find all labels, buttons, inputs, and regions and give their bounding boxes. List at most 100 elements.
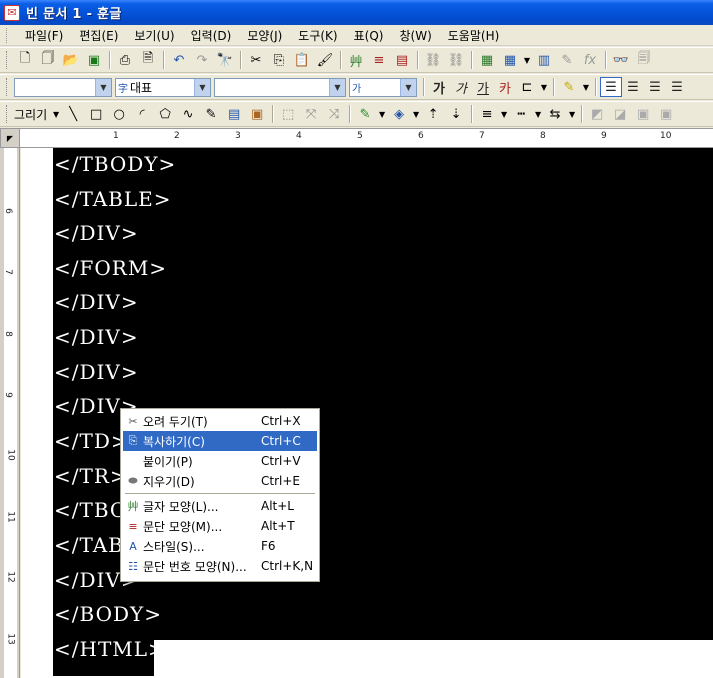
highlight-dropdown-icon[interactable]: ▼ — [581, 77, 591, 97]
distribute-objects-icon[interactable]: ▣ — [655, 104, 677, 124]
menu-item-paste[interactable]: 붙이기(P) Ctrl+V — [123, 451, 317, 471]
document-line[interactable]: </TBODY> — [54, 152, 176, 176]
align-justify-button[interactable]: ☰ — [600, 77, 622, 97]
hwp-app-icon[interactable]: ✉ — [4, 4, 20, 21]
edit-chart-icon[interactable]: ✎ — [556, 50, 578, 70]
fill-color-icon[interactable]: ◈ — [388, 104, 410, 124]
font-size-combo[interactable]: 가 ▼ — [349, 77, 417, 97]
line-thickness-dropdown-icon[interactable]: ▼ — [499, 104, 509, 124]
menu-item-char-shape[interactable]: ⾋ 글자 모양(L)... Alt+L — [123, 496, 317, 516]
format-painter-icon[interactable]: 🖌 — [314, 50, 336, 70]
align-center-button[interactable]: ☰ — [644, 77, 666, 97]
paste-icon[interactable]: 📋 — [291, 50, 313, 70]
line-color-icon[interactable]: ✎ — [354, 104, 376, 124]
document-line[interactable]: </DIV> — [54, 325, 139, 349]
ruler-corner[interactable]: ◤ — [0, 128, 20, 148]
horizontal-ruler[interactable]: 1 2 3 4 5 6 7 8 9 10 — [20, 128, 713, 148]
align-right-button[interactable]: ☰ — [666, 77, 688, 97]
line-color-dropdown-icon[interactable]: ▼ — [377, 104, 387, 124]
chart-icon[interactable]: ▥ — [533, 50, 555, 70]
undo-icon[interactable]: ↶ — [168, 50, 190, 70]
menu-item-copy[interactable]: ⎘ 복사하기(C) Ctrl+C — [123, 431, 317, 451]
menu-insert[interactable]: 입력(D) — [183, 27, 240, 44]
line-icon[interactable]: ╲ — [62, 104, 84, 124]
table-icon[interactable]: ▦ — [499, 50, 521, 70]
ungroup-icon[interactable]: ⤧ — [300, 104, 322, 124]
menu-help[interactable]: 도움말(H) — [440, 27, 508, 44]
3d-icon[interactable]: ◪ — [609, 104, 631, 124]
formula-icon[interactable]: fx — [579, 50, 601, 70]
rectangle-icon[interactable]: □ — [85, 104, 107, 124]
pointer-dropdown-icon[interactable]: ▼ — [51, 104, 61, 124]
send-back-icon[interactable]: ⇣ — [445, 104, 467, 124]
cut-icon[interactable]: ✂ — [245, 50, 267, 70]
toolbar-grip[interactable] — [6, 51, 10, 69]
menu-view[interactable]: 보기(U) — [126, 27, 182, 44]
strike-button[interactable]: 카 — [494, 77, 516, 97]
find-icon[interactable]: 🔭 — [214, 50, 236, 70]
pencil-icon[interactable]: ✎ — [200, 104, 222, 124]
menu-edit[interactable]: 편집(E) — [71, 27, 126, 44]
picture-icon[interactable]: ▦ — [476, 50, 498, 70]
document-line[interactable]: </TAB — [54, 533, 124, 557]
highlight-icon[interactable]: ✎ — [558, 77, 580, 97]
chevron-down-icon[interactable]: ▼ — [329, 78, 345, 96]
save-icon[interactable]: ▣ — [83, 50, 105, 70]
group-icon[interactable]: ⤨ — [323, 104, 345, 124]
chevron-down-icon[interactable]: ▼ — [95, 78, 111, 96]
fill-color-dropdown-icon[interactable]: ▼ — [411, 104, 421, 124]
shadow-icon[interactable]: ◩ — [586, 104, 608, 124]
new-tab-icon[interactable]: 🗍 — [37, 50, 59, 70]
menu-table[interactable]: 표(Q) — [346, 27, 392, 44]
chevron-down-icon[interactable]: ▼ — [400, 78, 416, 96]
document-line[interactable]: </TABLE> — [54, 187, 172, 211]
font-lang-combo[interactable]: 字 대표 ▼ — [115, 77, 211, 97]
menu-item-style[interactable]: A 스타일(S)... F6 — [123, 536, 317, 556]
textbox-icon[interactable]: ▤ — [223, 104, 245, 124]
unlink-icon[interactable]: ⛓ — [445, 50, 467, 70]
print-preview-icon[interactable]: 🗎 — [137, 50, 159, 70]
chevron-down-icon[interactable]: ▼ — [194, 78, 210, 96]
char-shape-icon[interactable]: ⾋ — [345, 50, 367, 70]
line-thickness-icon[interactable]: ≡ — [476, 104, 498, 124]
font-combo[interactable]: ▼ — [214, 77, 346, 97]
line-style-icon[interactable]: ┅ — [510, 104, 532, 124]
arrow-style-icon[interactable]: ⇆ — [544, 104, 566, 124]
arrow-style-dropdown-icon[interactable]: ▼ — [567, 104, 577, 124]
style-combo[interactable]: ▼ — [14, 77, 112, 97]
line-style-dropdown-icon[interactable]: ▼ — [533, 104, 543, 124]
char-spacing-dropdown-icon[interactable]: ▼ — [539, 77, 549, 97]
menu-item-para-shape[interactable]: ≡ 문단 모양(M)... Alt+T — [123, 516, 317, 536]
menu-item-numbering[interactable]: ☷ 문단 번호 모양(N)... Ctrl+K,N — [123, 556, 317, 576]
menu-tools[interactable]: 도구(K) — [290, 27, 345, 44]
menu-item-delete[interactable]: ⬬ 지우기(D) Ctrl+E — [123, 471, 317, 491]
copy-icon[interactable]: ⎘ — [268, 50, 290, 70]
polygon-icon[interactable]: ⬠ — [154, 104, 176, 124]
ellipse-icon[interactable]: ○ — [108, 104, 130, 124]
print-icon[interactable]: ⎙ — [114, 50, 136, 70]
char-spacing-icon[interactable]: ⊏ — [516, 77, 538, 97]
curve-icon[interactable]: ∿ — [177, 104, 199, 124]
document-line[interactable]: </HTML> — [54, 637, 166, 661]
menu-format[interactable]: 모양(J) — [239, 27, 290, 44]
align-objects-icon[interactable]: ▣ — [632, 104, 654, 124]
arc-icon[interactable]: ◜ — [131, 104, 153, 124]
vertical-ruler[interactable]: 6 7 8 9 10 11 12 13 — [0, 148, 20, 678]
document-line[interactable]: </DIV> — [54, 360, 139, 384]
table-dropdown-icon[interactable]: ▼ — [522, 50, 532, 70]
open-folder-icon[interactable]: 📂 — [60, 50, 82, 70]
underline-button[interactable]: 가 — [472, 77, 494, 97]
document-line[interactable]: </TD> — [54, 429, 129, 453]
select-objects-icon[interactable]: ⬚ — [277, 104, 299, 124]
menu-item-cut[interactable]: ✂ 오려 두기(T) Ctrl+X — [123, 411, 317, 431]
italic-button[interactable]: 가 — [450, 77, 472, 97]
new-doc-icon[interactable]: 🗋 — [14, 50, 36, 70]
document-line[interactable]: </FORM> — [54, 256, 167, 280]
menu-window[interactable]: 창(W) — [391, 27, 439, 44]
bold-button[interactable]: 가 — [428, 77, 450, 97]
align-left-button[interactable]: ☰ — [622, 77, 644, 97]
document-line[interactable]: </DIV> — [54, 221, 139, 245]
redo-icon[interactable]: ↷ — [191, 50, 213, 70]
document-line[interactable]: </BODY> — [54, 602, 162, 626]
dictionary-icon[interactable]: 🗐 — [633, 50, 655, 70]
